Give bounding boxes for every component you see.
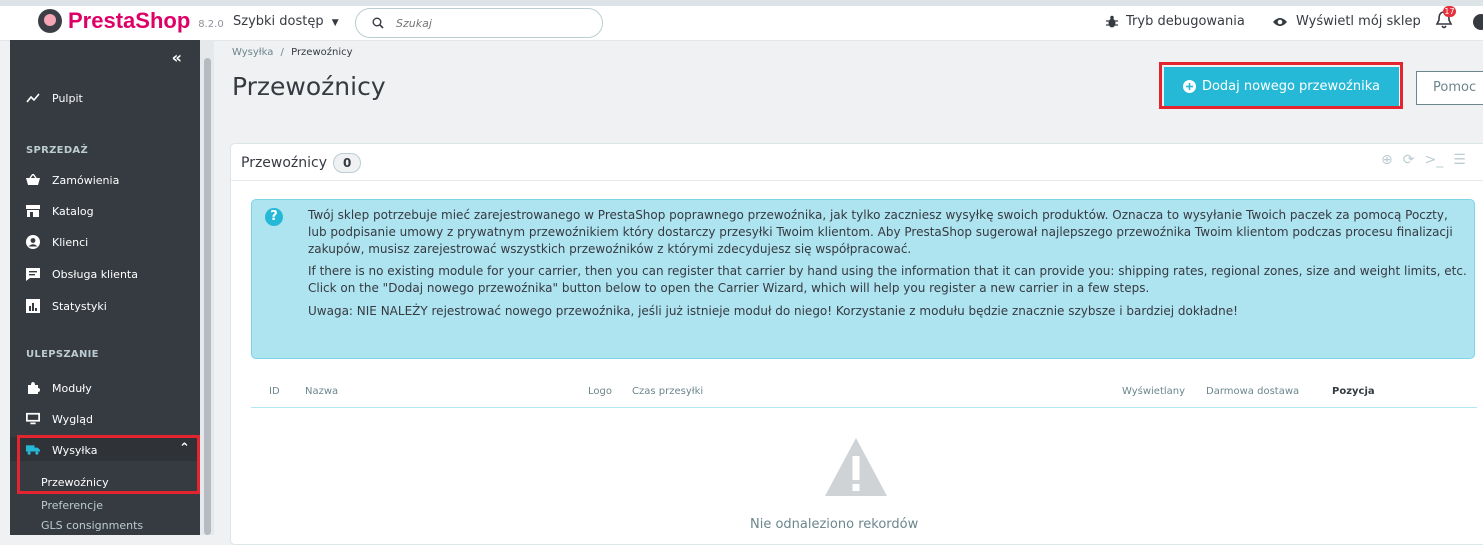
sidebar-item-orders[interactable]: Zamówienia	[26, 173, 119, 187]
sidebar-item-dashboard[interactable]: Pulpit	[26, 91, 83, 105]
collapse-sidebar-button[interactable]: «	[172, 48, 182, 67]
basket-icon	[26, 173, 40, 187]
notifications-badge: 17	[1443, 6, 1456, 17]
panel-heading: Przewoźnicy 0 ⊕ ⟳ >_ ☰	[231, 144, 1483, 181]
sidebar-item-stats[interactable]: Statystyki	[26, 299, 107, 313]
logo-text: PrestaShop	[68, 8, 191, 33]
alert-paragraph-3: Uwaga: NIE NALEŻY rejestrować nowego prz…	[308, 304, 1238, 318]
search-input[interactable]	[394, 15, 578, 31]
help-circle-icon: ?	[265, 208, 283, 226]
alert-paragraph-2: If there is no existing module for your …	[308, 264, 1467, 295]
table-header-divider	[251, 407, 1477, 408]
warning-icon	[825, 438, 887, 496]
account-circle-icon	[26, 235, 40, 249]
debug-mode-link[interactable]: Tryb debugowania	[1105, 14, 1245, 29]
sidebar-item-modules[interactable]: Moduły	[26, 381, 92, 395]
sidebar-item-customer-service[interactable]: Obsługa klienta	[26, 267, 138, 281]
trending-up-icon	[26, 91, 40, 105]
desktop-icon	[26, 412, 40, 426]
column-header-logo[interactable]: Logo	[588, 386, 612, 397]
sidebar-item-label: Wygląd	[52, 412, 93, 426]
sidebar-item-label: Moduły	[52, 381, 92, 395]
header: PrestaShop 8.2.0 Szybki dostęp ▼ Tryb de…	[0, 6, 1483, 41]
sidebar-item-label: Zamówienia	[52, 173, 120, 187]
column-header-active[interactable]: Wyświetlany	[1122, 386, 1185, 397]
column-header-free-shipping[interactable]: Darmowa dostawa	[1206, 386, 1299, 397]
sidebar-scrollbar[interactable]	[200, 40, 214, 535]
terminal-icon[interactable]: >_	[1424, 152, 1443, 168]
column-header-delay[interactable]: Czas przesyłki	[632, 386, 703, 397]
puzzle-icon	[26, 381, 40, 395]
search-icon	[372, 17, 384, 29]
column-header-position[interactable]: Pozycja	[1332, 386, 1375, 397]
sidebar-subitem-preferences[interactable]: Preferencje	[41, 499, 103, 512]
sidebar-subitem-gls[interactable]: GLS consignments	[41, 519, 143, 532]
carriers-panel: Przewoźnicy 0 ⊕ ⟳ >_ ☰ ? Twój sklep potrz…	[230, 143, 1483, 545]
sidebar-item-label: Katalog	[52, 204, 94, 218]
notifications-button[interactable]: 17	[1435, 6, 1456, 34]
sidebar-section-sales: SPRZEDAŻ	[26, 145, 89, 156]
panel-title: Przewoźnicy 0	[241, 153, 362, 173]
refresh-icon[interactable]: ⟳	[1403, 152, 1415, 168]
version-label: 8.2.0	[198, 18, 224, 30]
view-store-link[interactable]: Wyświetl mój sklep	[1272, 14, 1421, 29]
user-avatar-icon[interactable]	[1473, 14, 1483, 30]
breadcrumb-parent[interactable]: Wysyłka	[232, 47, 273, 58]
logo[interactable]: PrestaShop 8.2.0	[38, 8, 224, 34]
highlight-box-shipping	[17, 435, 200, 494]
sidebar-section-improve: ULEPSZANIE	[26, 349, 99, 360]
panel-toolbar: ⊕ ⟳ >_ ☰	[1381, 152, 1466, 168]
help-button[interactable]: Pomoc	[1416, 71, 1483, 105]
page-title: Przewoźnicy	[232, 72, 386, 101]
alert-paragraph-1: Twój sklep potrzebuje mieć zarejestrowan…	[308, 208, 1453, 256]
bar-chart-icon	[26, 299, 40, 313]
breadcrumb-current: Przewoźnicy	[291, 47, 353, 58]
column-header-name[interactable]: Nazwa	[305, 386, 338, 397]
debug-mode-label: Tryb debugowania	[1126, 14, 1245, 29]
sidebar-scroll-thumb[interactable]	[204, 58, 211, 535]
highlight-box-add-carrier	[1159, 62, 1403, 109]
empty-state-text: Nie odnaleziono rekordów	[750, 517, 919, 532]
panel-title-text: Przewoźnicy	[241, 155, 328, 171]
sidebar-item-label: Statystyki	[52, 299, 107, 313]
prestashop-logo-icon	[38, 9, 62, 33]
sidebar-item-customers[interactable]: Klienci	[26, 235, 88, 249]
chat-icon	[26, 267, 40, 281]
add-circle-icon[interactable]: ⊕	[1381, 152, 1393, 168]
caret-down-icon: ▼	[331, 18, 339, 28]
database-icon[interactable]: ☰	[1453, 152, 1466, 168]
breadcrumb: Wysyłka / Przewoźnicy	[232, 47, 353, 58]
view-store-label: Wyświetl mój sklep	[1296, 14, 1421, 29]
quick-access-dropdown[interactable]: Szybki dostęp ▼	[233, 14, 339, 29]
sidebar-item-label: Klienci	[52, 235, 89, 249]
bug-icon	[1106, 15, 1118, 27]
sidebar-item-design[interactable]: Wygląd	[26, 412, 93, 426]
eye-icon	[1273, 17, 1287, 26]
sidebar-item-label: Obsługa klienta	[52, 267, 138, 281]
column-header-id[interactable]: ID	[269, 386, 280, 397]
breadcrumb-separator: /	[280, 47, 284, 58]
quick-access-label: Szybki dostęp	[233, 14, 324, 29]
carrier-count-badge: 0	[333, 153, 362, 173]
store-icon	[26, 204, 40, 218]
search-box[interactable]	[355, 8, 603, 38]
info-alert: ? Twój sklep potrzebuje mieć zarejestrow…	[251, 199, 1475, 359]
sidebar-item-catalog[interactable]: Katalog	[26, 204, 94, 218]
sidebar-item-label: Pulpit	[52, 91, 83, 105]
